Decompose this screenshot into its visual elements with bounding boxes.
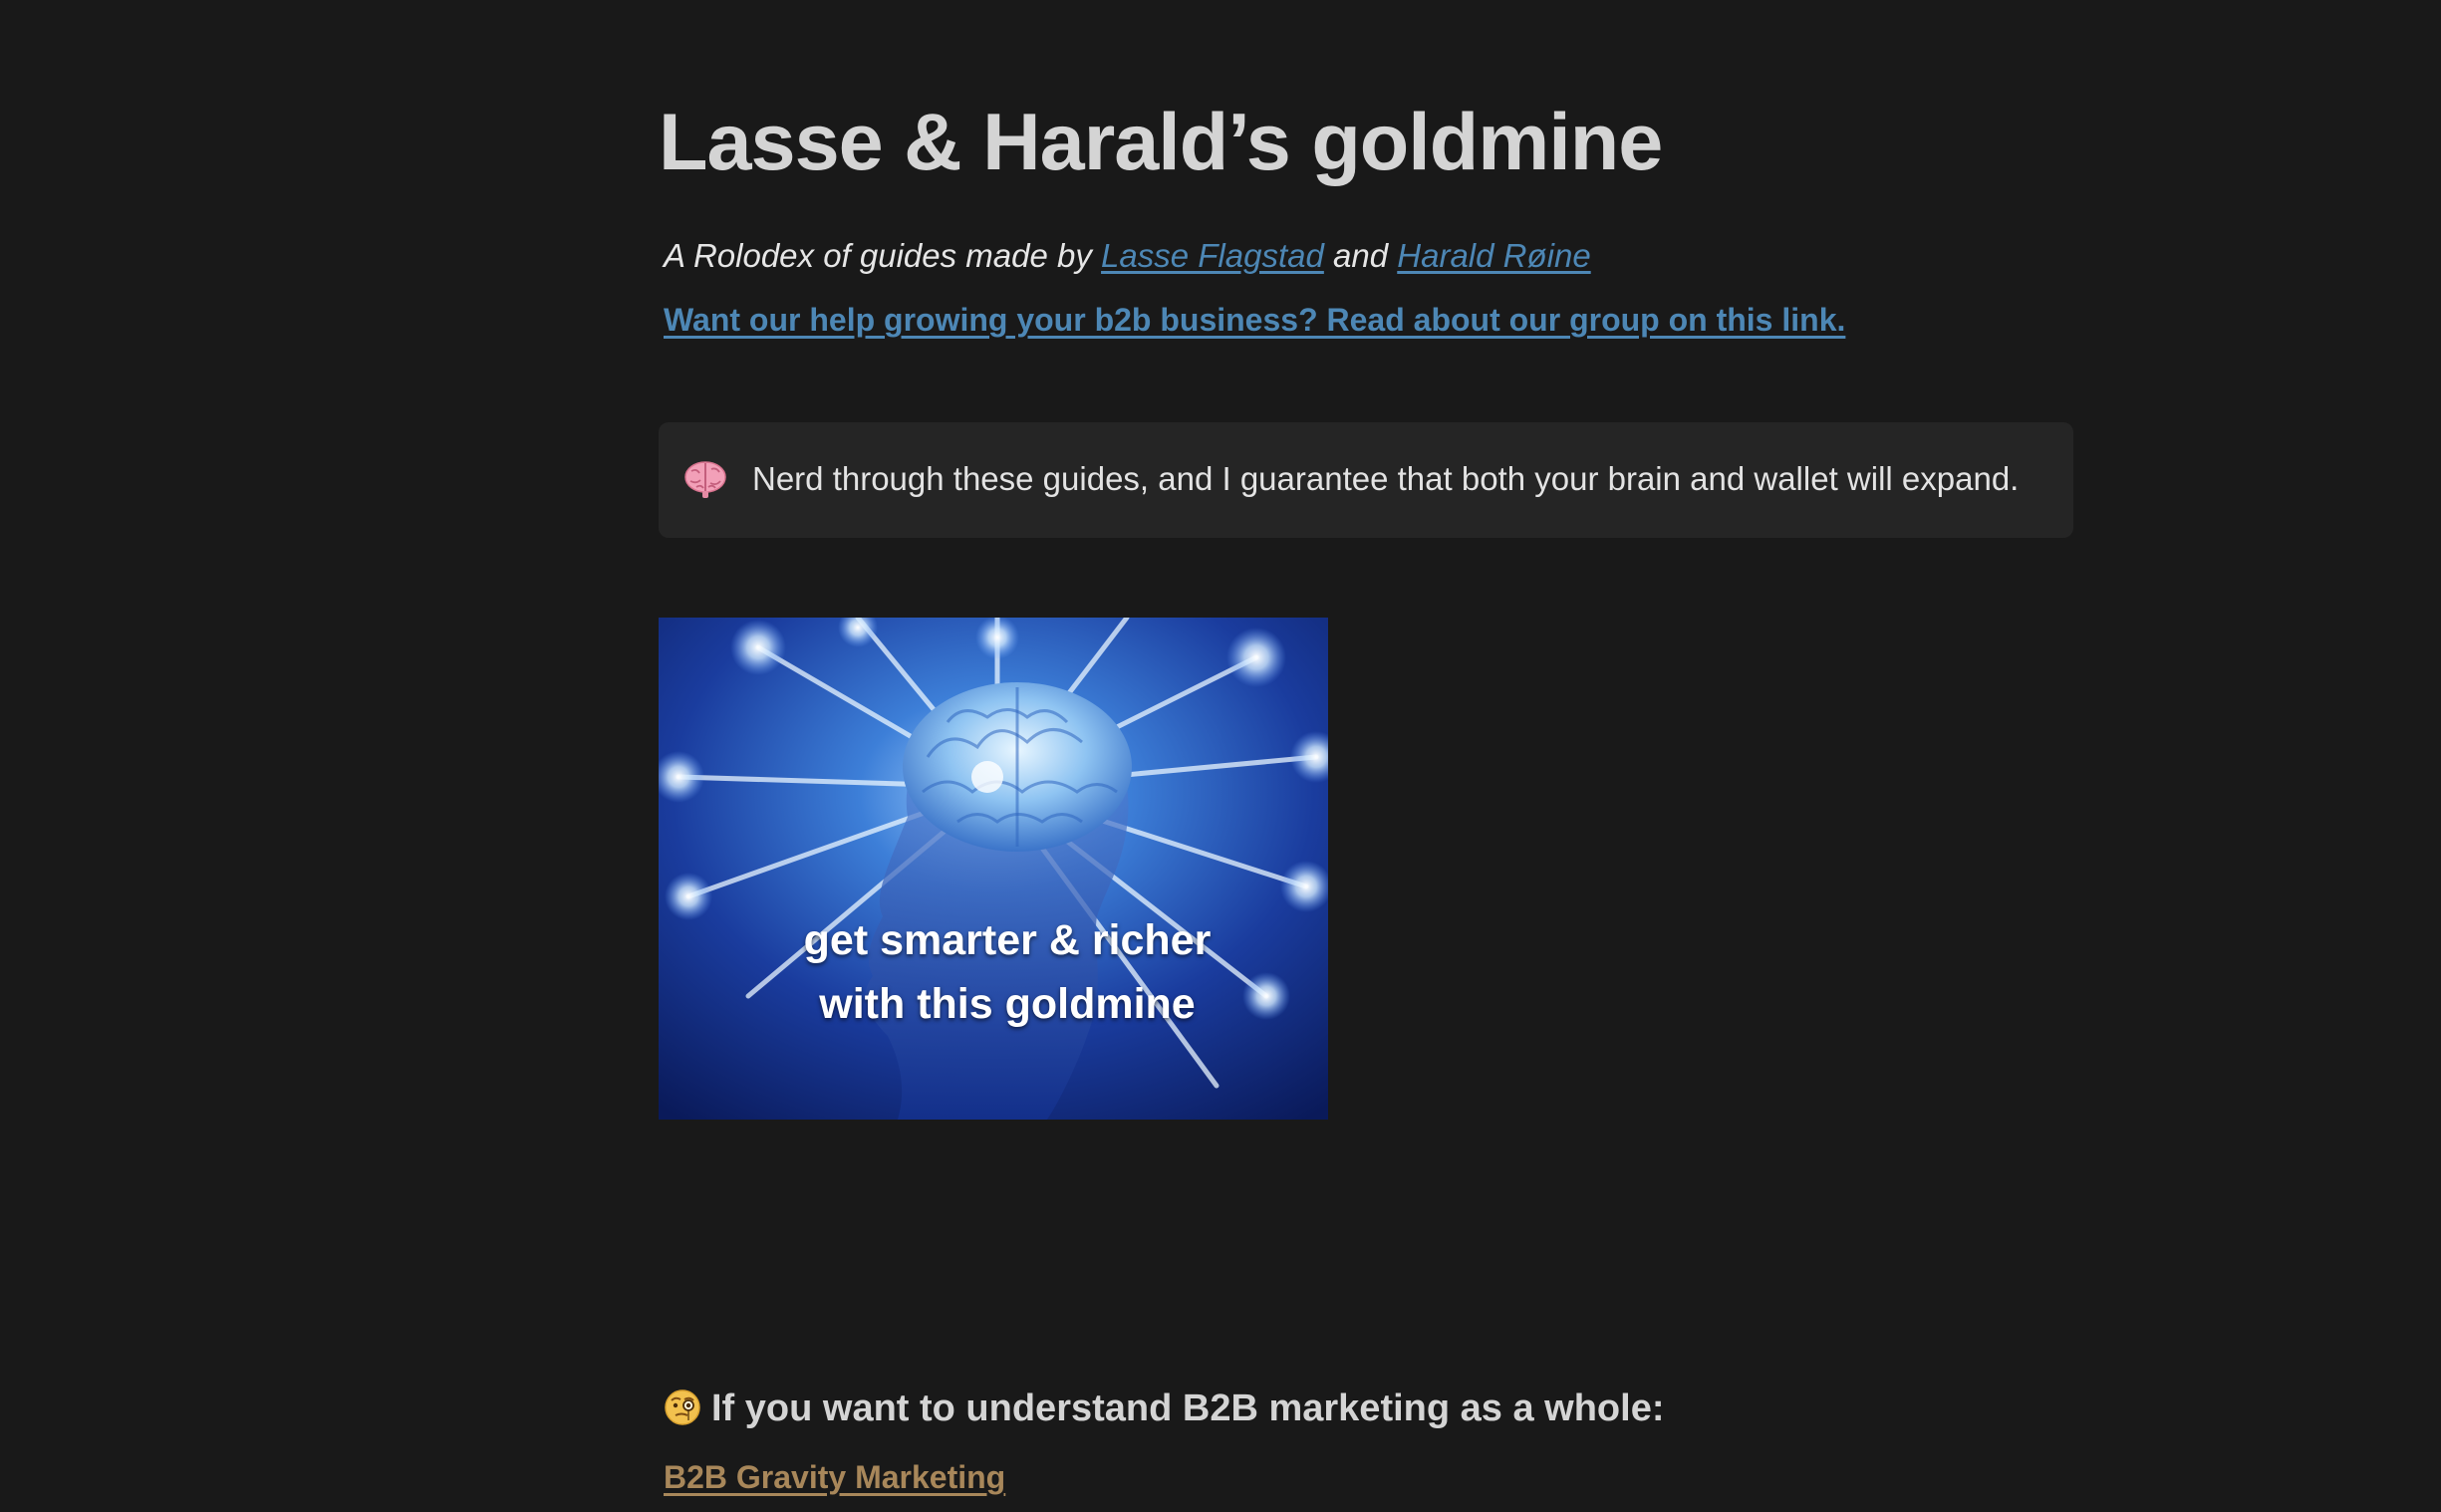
callout-text: Nerd through these guides, and I guarant…	[752, 460, 2020, 497]
callout-box: Nerd through these guides, and I guarant…	[659, 422, 2073, 538]
hero-caption-line2: with this goldmine	[819, 980, 1196, 1028]
hero-image: get smarter & richer with this goldmine	[659, 618, 1328, 1120]
author-link-harald[interactable]: Harald Røine	[1397, 237, 1590, 274]
section-heading-text: If you want to understand B2B marketing …	[711, 1387, 1665, 1429]
page-subtitle: A Rolodex of guides made by Lasse Flagst…	[664, 231, 1591, 281]
b2b-gravity-marketing-link[interactable]: B2B Gravity Marketing	[664, 1452, 1005, 1502]
author-link-lasse[interactable]: Lasse Flagstad	[1101, 237, 1324, 274]
brain-icon	[684, 461, 726, 498]
section-heading: If you want to understand B2B marketing …	[664, 1381, 1664, 1436]
glowing-brain-illustration	[659, 618, 1328, 1120]
monocle-face-icon	[665, 1389, 700, 1425]
group-info-link[interactable]: Want our help growing your b2b business?…	[664, 295, 1845, 345]
subtitle-prefix: A Rolodex of guides made by	[664, 237, 1102, 274]
page-title: Lasse & Harald’s goldmine	[659, 98, 1663, 187]
subtitle-and: and	[1323, 237, 1398, 274]
hero-caption-line1: get smarter & richer	[803, 916, 1212, 964]
